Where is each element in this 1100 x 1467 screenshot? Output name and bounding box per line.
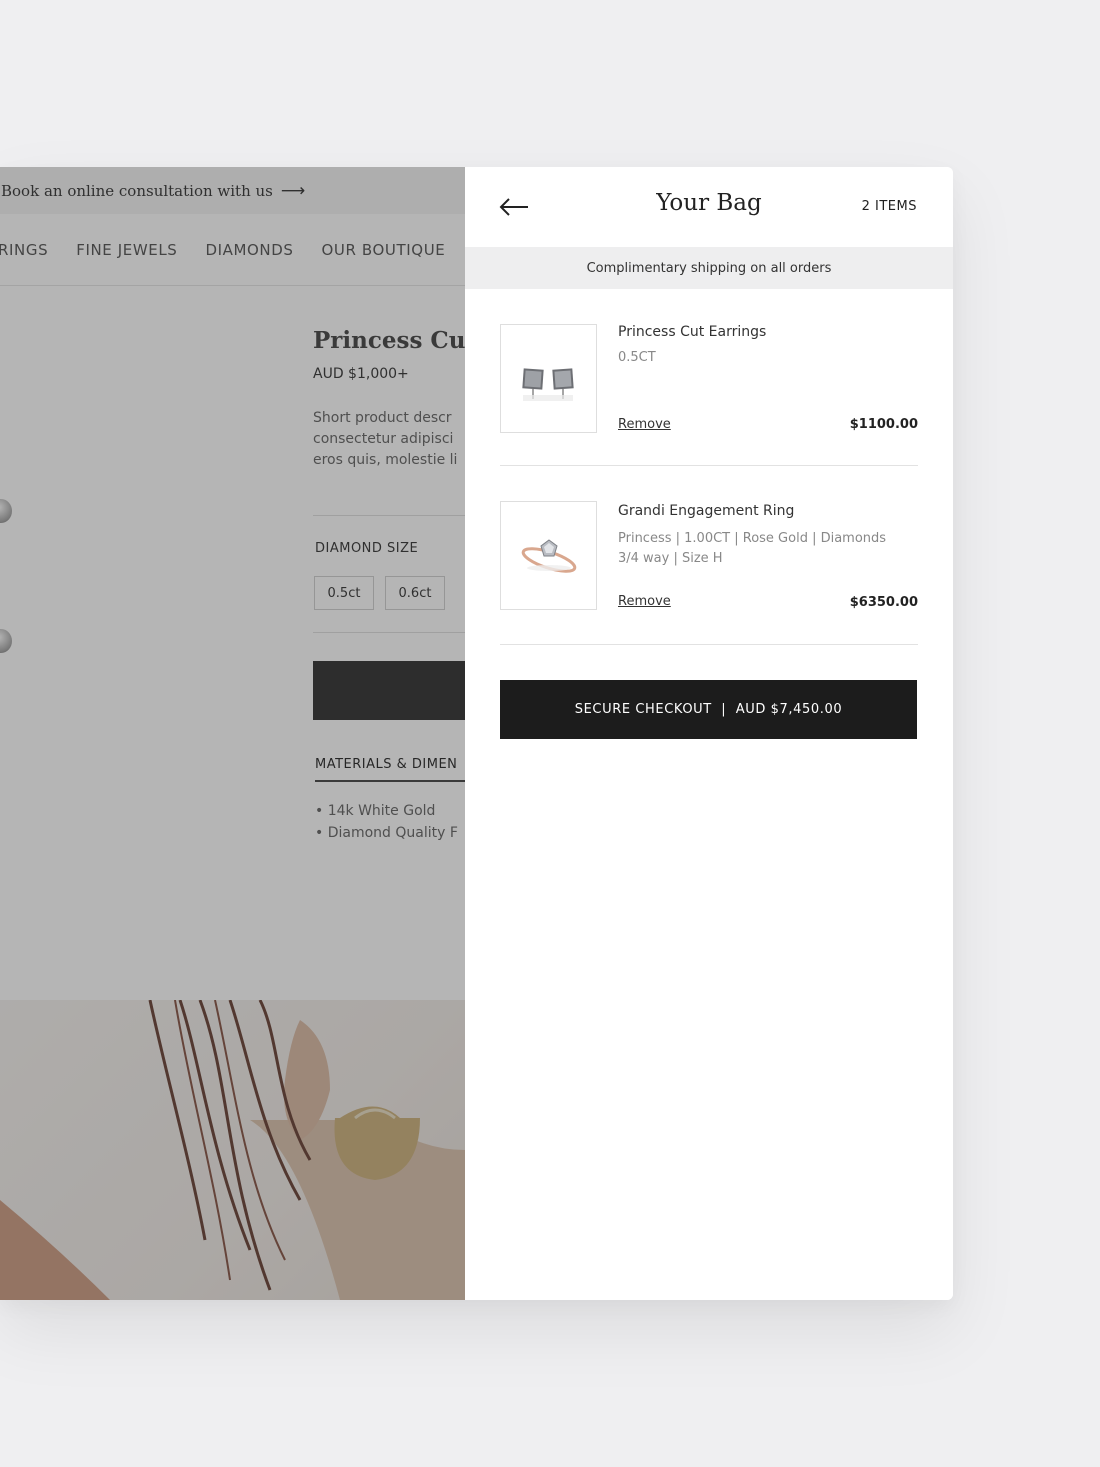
product-page: Book an online consultation with us ⟶ RI…: [0, 167, 465, 1300]
bag-drawer: Your Bag 2 ITEMS Complimentary shipping …: [465, 167, 953, 1300]
shipping-banner: Complimentary shipping on all orders: [465, 247, 953, 289]
bag-header: Your Bag 2 ITEMS: [465, 167, 953, 247]
divider: [500, 644, 918, 645]
remove-button[interactable]: Remove: [618, 594, 671, 609]
item-name: Grandi Engagement Ring: [618, 503, 795, 519]
remove-button[interactable]: Remove: [618, 417, 671, 432]
item-thumbnail[interactable]: [500, 501, 597, 610]
item-price: $1100.00: [849, 417, 918, 432]
ring-image: [521, 539, 577, 573]
bag-item: Princess Cut Earrings 0.5CT Remove $1100…: [500, 324, 918, 467]
divider: [500, 465, 918, 466]
secure-checkout-button[interactable]: SECURE CHECKOUT | AUD $7,450.00: [500, 680, 917, 739]
bag-item: Grandi Engagement Ring Princess | 1.00CT…: [500, 501, 918, 645]
shipping-text: Complimentary shipping on all orders: [586, 260, 832, 276]
modal-overlay[interactable]: [0, 167, 465, 1300]
item-count: 2 ITEMS: [861, 199, 917, 214]
browser-window: Book an online consultation with us ⟶ RI…: [0, 167, 953, 1300]
earrings-image: [522, 368, 574, 401]
item-options: Princess | 1.00CT | Rose Gold | Diamonds…: [618, 531, 887, 566]
item-name: Princess Cut Earrings: [618, 324, 767, 340]
item-thumbnail[interactable]: [500, 324, 597, 433]
item-price: $6350.00: [849, 595, 918, 610]
item-options: 0.5CT: [618, 350, 656, 365]
